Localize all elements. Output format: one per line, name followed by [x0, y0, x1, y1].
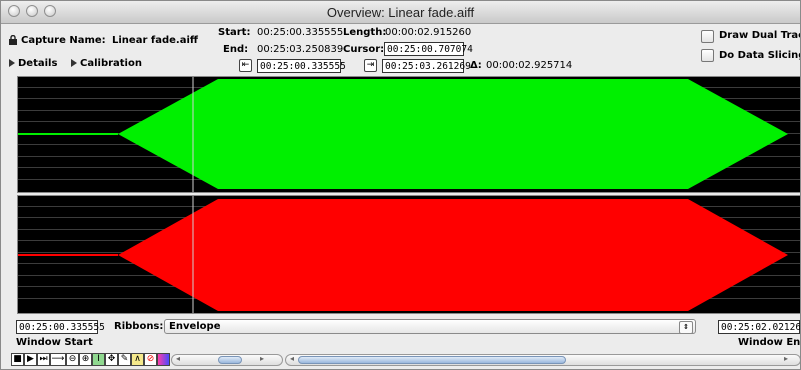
marker-icon[interactable]: I — [92, 353, 105, 366]
window-end-field[interactable]: 00:25:02.021269 — [718, 320, 800, 334]
arrow-left-icon[interactable]: ◂ — [290, 354, 294, 363]
title-bar[interactable]: Overview: Linear fade.aiff — [1, 1, 800, 24]
end-value: 00:25:03.250839 — [257, 44, 344, 55]
move-icon[interactable]: ✥ — [105, 353, 118, 366]
calibration-disclosure[interactable]: Calibration — [71, 58, 142, 69]
ribbons-select-value: Envelope — [169, 321, 221, 332]
delta-label: Δ: — [470, 60, 482, 71]
cursor-label: Cursor: — [343, 44, 385, 55]
ribbons-select[interactable]: Envelope ⇕ — [164, 319, 696, 334]
draw-dual-trace-label: Draw Dual Trace — [719, 30, 800, 41]
capture-name-label: Capture Name: — [21, 35, 106, 46]
start-label: Start: — [218, 27, 251, 38]
zoom-slider-thumb[interactable] — [218, 356, 242, 364]
window-end-label: Window End — [738, 337, 801, 348]
zoom-out-icon[interactable]: ⊖ — [66, 353, 79, 366]
data-slicing-label: Do Data Slicing — [719, 50, 801, 61]
chevron-updown-icon: ⇕ — [679, 321, 693, 334]
lock-icon — [9, 34, 17, 48]
end-label: End: — [223, 44, 249, 55]
play-icon[interactable]: ▶ — [24, 353, 37, 366]
right-marker-field[interactable]: 00:25:03.261269 — [382, 59, 471, 73]
scrollbar-thumb[interactable] — [298, 356, 566, 364]
arrow-right-icon[interactable]: ⟶ — [50, 353, 66, 366]
zoom-in-icon[interactable]: ⊕ — [79, 353, 92, 366]
horizontal-scrollbar[interactable]: ◂ ▸ — [285, 354, 800, 366]
cursor-field[interactable]: 00:25:00.707074 — [384, 42, 473, 56]
length-value: 00:00:02.915260 — [385, 27, 472, 38]
arrow-right-icon[interactable]: ▸ — [260, 354, 264, 363]
ribbons-label: Ribbons: — [114, 321, 164, 332]
overview-window: Overview: Linear fade.aiff Capture Name:… — [0, 0, 801, 370]
pencil-icon[interactable]: ✎ — [118, 353, 131, 366]
envelope-trace-green — [18, 77, 800, 192]
arrow-right-icon[interactable]: ▸ — [784, 354, 788, 363]
data-slicing-checkbox[interactable] — [701, 49, 714, 62]
window-start-label: Window Start — [16, 337, 93, 348]
disclosure-triangle-icon — [71, 59, 77, 67]
trace-plot-bottom[interactable] — [17, 195, 800, 314]
left-marker-field[interactable]: 00:25:00.335555 — [257, 59, 346, 73]
go-to-end-icon[interactable]: ⇥ — [364, 59, 377, 72]
stop-icon[interactable]: ■ — [11, 353, 24, 366]
start-value: 00:25:00.335555 — [257, 27, 344, 38]
window-title: Overview: Linear fade.aiff — [326, 5, 475, 20]
details-label: Details — [18, 58, 58, 69]
calibration-label: Calibration — [80, 58, 142, 69]
zoom-slider[interactable]: ◂ ▸ — [171, 354, 283, 366]
envelope-trace-red — [18, 196, 800, 313]
capture-name-value: Linear fade.aiff — [112, 35, 198, 46]
delta-value: 00:00:02.925714 — [486, 60, 573, 71]
window-start-field[interactable]: 00:25:00.335555 — [16, 320, 105, 334]
trace-plot-top[interactable] — [17, 76, 800, 193]
draw-dual-trace-checkbox[interactable] — [701, 30, 714, 43]
details-disclosure[interactable]: Details — [9, 58, 57, 69]
no-icon[interactable]: ⊘ — [144, 353, 157, 366]
play-to-end-icon[interactable]: ⏭ — [37, 353, 50, 366]
arrow-left-icon[interactable]: ◂ — [176, 354, 180, 363]
go-to-start-icon[interactable]: ⇤ — [239, 59, 252, 72]
envelope-icon[interactable]: ∧ — [131, 353, 144, 366]
length-label: Length: — [343, 27, 387, 38]
color-icon[interactable] — [157, 353, 170, 366]
disclosure-triangle-icon — [9, 59, 15, 67]
